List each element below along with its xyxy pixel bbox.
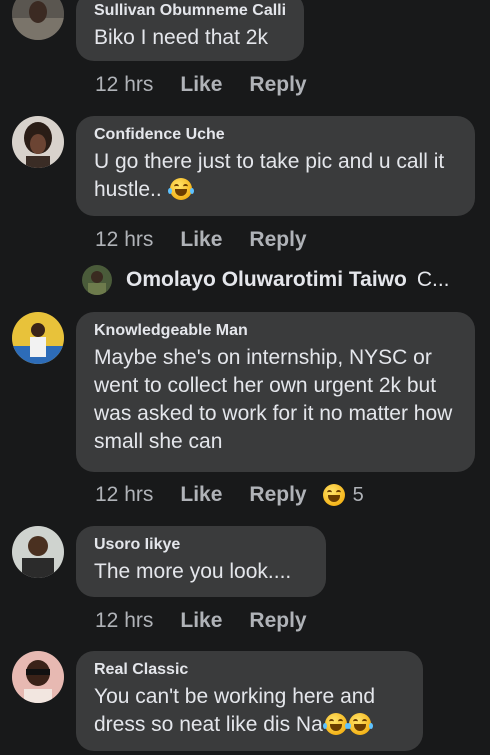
comment-actions: 12 hrs Like Reply 5: [95, 482, 364, 508]
reply-text: C...: [416, 268, 450, 291]
laughing-crying-emoji-icon: [346, 713, 373, 735]
like-button[interactable]: Like: [180, 228, 222, 252]
comment-bubble-knowledgeable[interactable]: Knowledgeable Man Maybe she's on interns…: [76, 312, 475, 472]
avatar-sullivan[interactable]: [12, 0, 64, 40]
avatar-knowledgeable[interactable]: [12, 312, 64, 364]
comment-author[interactable]: Real Classic: [94, 660, 405, 680]
comment-actions: 12 hrs Like Reply: [95, 608, 334, 634]
comment-author[interactable]: Sullivan Obumneme Calli: [94, 1, 286, 21]
comment-bubble-confidence[interactable]: Confidence Uche U go there just to take …: [76, 116, 475, 216]
reaction-count: 5: [352, 483, 364, 506]
reply-author[interactable]: Omolayo Oluwarotimi Taiwo: [126, 268, 407, 292]
like-button[interactable]: Like: [180, 609, 222, 633]
comment-text: U go there just to take pic and u call i…: [94, 150, 445, 201]
comment-timestamp[interactable]: 12 hrs: [95, 609, 153, 633]
avatar-usoro[interactable]: [12, 526, 64, 578]
comment-actions: 12 hrs Like Reply: [95, 227, 334, 253]
like-button[interactable]: Like: [180, 73, 222, 97]
reply-button[interactable]: Reply: [249, 609, 306, 633]
comment-author[interactable]: Knowledgeable Man: [94, 321, 457, 341]
reply-preview[interactable]: Omolayo Oluwarotimi Taiwo C...: [82, 265, 450, 295]
comment-actions: 12 hrs Like Reply: [95, 72, 334, 98]
comment-text: Biko I need that 2k: [94, 26, 268, 49]
reaction-summary[interactable]: 5: [321, 484, 364, 507]
comment-timestamp[interactable]: 12 hrs: [95, 483, 153, 507]
comment-text: Maybe she's on internship, NYSC or went …: [94, 346, 453, 453]
laughing-crying-emoji-icon: [322, 713, 349, 735]
reply-button[interactable]: Reply: [249, 73, 306, 97]
comment-author[interactable]: Usoro Iikye: [94, 535, 308, 555]
reply-avatar[interactable]: [82, 265, 112, 295]
avatar-confidence[interactable]: [12, 116, 64, 168]
comment-bubble-usoro[interactable]: Usoro Iikye The more you look....: [76, 526, 326, 597]
like-button[interactable]: Like: [180, 483, 222, 507]
avatar-real-classic[interactable]: [12, 651, 64, 703]
reply-button[interactable]: Reply: [249, 228, 306, 252]
comment-author[interactable]: Confidence Uche: [94, 125, 457, 145]
comment-timestamp[interactable]: 12 hrs: [95, 228, 153, 252]
reply-button[interactable]: Reply: [249, 483, 306, 507]
laughing-crying-emoji-icon: [167, 178, 194, 200]
comment-timestamp[interactable]: 12 hrs: [95, 73, 153, 97]
comment-text: The more you look....: [94, 560, 292, 583]
comment-bubble-sullivan[interactable]: Sullivan Obumneme Calli Biko I need that…: [76, 0, 304, 61]
comment-bubble-real-classic[interactable]: Real Classic You can't be working here a…: [76, 651, 423, 751]
grinning-emoji-icon: [322, 484, 345, 506]
comment-text: You can't be working here and dress so n…: [94, 685, 376, 736]
